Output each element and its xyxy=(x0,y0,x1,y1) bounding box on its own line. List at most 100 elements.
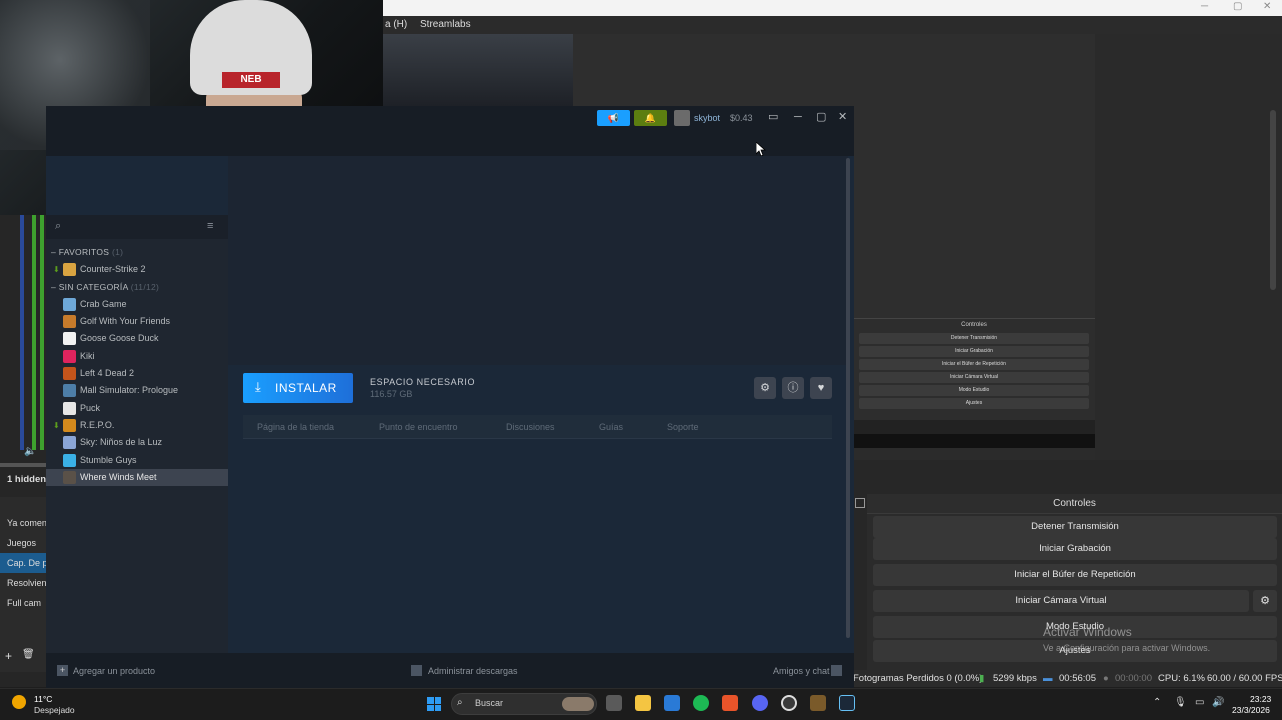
game-info-icon[interactable]: ⓘ xyxy=(782,377,804,399)
tab-discussions[interactable]: Discusiones xyxy=(506,415,555,439)
scene-item-active[interactable]: Cap. De pa xyxy=(0,553,48,573)
library-search-bar[interactable]: ⌕ ≡ xyxy=(46,215,228,239)
close-icon[interactable]: ✕ xyxy=(1263,0,1271,14)
record-time: 00:00:00 xyxy=(1115,673,1152,684)
filter-icon[interactable]: ≡ xyxy=(207,220,213,232)
uncategorized-label: SIN CATEGORÍA xyxy=(58,282,129,292)
menu-item-help[interactable]: a (H) xyxy=(385,19,407,30)
activate-windows-watermark: Activar Windows xyxy=(1043,625,1132,639)
list-item[interactable]: Mall Simulator: Prologue xyxy=(46,382,228,399)
list-item[interactable]: Kiki xyxy=(46,348,228,365)
weather-moon-icon[interactable] xyxy=(12,695,26,709)
minimize-icon[interactable]: ─ xyxy=(794,109,802,125)
favorite-heart-icon[interactable]: ♥ xyxy=(810,377,832,399)
list-item[interactable]: Left 4 Dead 2 xyxy=(46,365,228,382)
list-item[interactable]: ⬇ Counter-Strike 2 xyxy=(46,261,228,278)
ms-store-icon[interactable] xyxy=(664,695,680,711)
space-required-label: ESPACIO NECESARIO xyxy=(370,377,476,387)
announcements-button[interactable]: 📢 xyxy=(597,110,630,126)
tab-community-hub[interactable]: Punto de encuentro xyxy=(379,415,458,439)
weather-description[interactable]: Despejado xyxy=(34,705,75,715)
game-icon xyxy=(63,402,76,415)
task-view-icon[interactable] xyxy=(606,695,622,711)
volume-slider[interactable] xyxy=(0,463,48,467)
remove-scene-icon[interactable]: 🗑 xyxy=(22,649,35,660)
maximize-icon[interactable]: ▢ xyxy=(816,109,826,125)
mini-button: Iniciar Cámara Virtual xyxy=(859,372,1089,383)
stream-icon: ▬ xyxy=(1043,673,1053,684)
dropped-frames: Fotogramas Perdidos 0 (0.0%) xyxy=(853,673,983,684)
start-recording-button[interactable]: Iniciar Grabación xyxy=(873,538,1277,560)
obs-studio-icon[interactable] xyxy=(781,695,797,711)
file-explorer-icon[interactable] xyxy=(635,695,651,711)
tray-network-icon[interactable]: ▭ xyxy=(1195,697,1204,708)
scene-item[interactable]: Juegos xyxy=(0,533,48,553)
friends-chat-icon[interactable] xyxy=(831,665,842,676)
spotify-icon[interactable] xyxy=(693,695,709,711)
close-icon[interactable]: ✕ xyxy=(838,109,847,125)
list-item[interactable]: Puck xyxy=(46,400,228,417)
mini-button: Modo Estudio xyxy=(859,385,1089,396)
friends-chat-link[interactable]: Amigos y chat xyxy=(773,666,830,676)
scene-item[interactable]: Full cam xyxy=(0,593,48,613)
list-item[interactable]: Crab Game xyxy=(46,296,228,313)
tray-microphone-icon[interactable]: 🎙 xyxy=(1174,697,1187,708)
scene-item[interactable]: Ya comen xyxy=(0,513,48,533)
start-virtual-camera-button[interactable]: Iniciar Cámara Virtual xyxy=(873,590,1249,612)
manage-downloads-link[interactable]: Administrar descargas xyxy=(428,666,518,676)
big-picture-icon[interactable]: ▭ xyxy=(768,109,778,125)
search-icon[interactable]: ⌕ xyxy=(55,220,61,233)
add-product-link[interactable]: Agregar un producto xyxy=(73,666,155,676)
obs-scrollbar[interactable] xyxy=(1270,110,1276,290)
notifications-bell-icon[interactable]: 🔔 xyxy=(634,110,667,126)
list-item[interactable]: Golf With Your Friends xyxy=(46,313,228,330)
favorites-header[interactable]: – FAVORITOS (1) xyxy=(51,247,123,257)
steam-username[interactable]: skybot xyxy=(694,110,720,126)
menu-item-streamlabs[interactable]: Streamlabs xyxy=(420,19,471,30)
discord-icon[interactable] xyxy=(752,695,768,711)
brave-browser-icon[interactable] xyxy=(722,695,738,711)
tab-store-page[interactable]: Página de la tienda xyxy=(257,415,334,439)
minecraft-icon[interactable] xyxy=(810,695,826,711)
virtual-camera-settings-gear-icon[interactable]: ⚙ xyxy=(1253,590,1277,612)
scene-item[interactable]: Resolvien xyxy=(0,573,48,593)
steam-scrollbar[interactable] xyxy=(846,158,850,638)
record-icon: ● xyxy=(1103,673,1109,684)
uncategorized-count: (11/12) xyxy=(130,282,160,292)
list-item[interactable]: Stumble Guys xyxy=(46,452,228,469)
maximize-icon[interactable]: ▢ xyxy=(1233,0,1242,14)
windows-start-icon[interactable] xyxy=(427,697,441,711)
tray-volume-icon[interactable]: 🔊 xyxy=(1212,697,1224,708)
scene-list: Ya comen Juegos Cap. De pa Resolvien Ful… xyxy=(0,497,48,672)
game-settings-gear-icon[interactable]: ⚙ xyxy=(754,377,776,399)
tab-guides[interactable]: Guías xyxy=(599,415,623,439)
favorites-label: FAVORITOS xyxy=(58,247,110,257)
add-icon[interactable]: + xyxy=(57,665,68,676)
taskbar-search-placeholder[interactable]: Buscar xyxy=(475,698,503,708)
steam-icon[interactable] xyxy=(839,695,855,711)
game-icon xyxy=(63,332,76,345)
dock-float-icon[interactable] xyxy=(855,498,865,508)
volume-icon[interactable]: 🔈 xyxy=(24,446,36,457)
clock-date[interactable]: 23/3/2026 xyxy=(1232,705,1270,715)
start-replay-buffer-button[interactable]: Iniciar el Búfer de Repetición xyxy=(873,564,1277,586)
game-icon xyxy=(63,350,76,363)
search-highlight-icon[interactable] xyxy=(562,697,594,711)
uncategorized-header[interactable]: – SIN CATEGORÍA (11/12) xyxy=(51,282,159,292)
game-icon xyxy=(63,436,76,449)
add-scene-icon[interactable]: + xyxy=(5,649,12,663)
list-item-selected[interactable]: Where Winds Meet xyxy=(46,469,228,486)
weather-temperature[interactable]: 11°C xyxy=(34,694,52,704)
list-item[interactable]: Sky: Niños de la Luz xyxy=(46,434,228,451)
minimize-icon[interactable]: ─ xyxy=(1201,0,1208,14)
clock-time[interactable]: 23:23 xyxy=(1250,694,1271,704)
avatar[interactable] xyxy=(674,110,690,126)
list-item[interactable]: ⬇ R.E.P.O. xyxy=(46,417,228,434)
list-item[interactable]: Goose Goose Duck xyxy=(46,330,228,347)
tab-support[interactable]: Soporte xyxy=(667,415,699,439)
stop-stream-button[interactable]: Detener Transmisión xyxy=(873,516,1277,538)
audio-meter xyxy=(20,215,24,450)
tray-chevron-up-icon[interactable]: ⌃ xyxy=(1153,697,1161,708)
steam-header: 📢 🔔 skybot $0.43 ▭ ─ ▢ ✕ xyxy=(46,106,854,156)
download-arrow-icon: ⬇ xyxy=(53,265,60,274)
